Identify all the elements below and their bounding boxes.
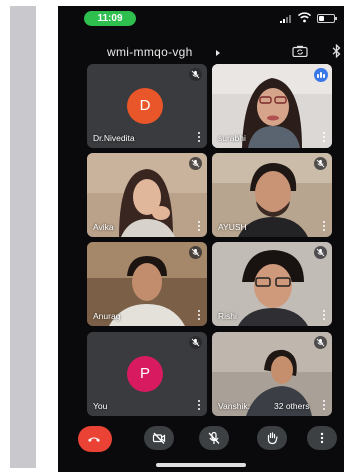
mic-off-icon [189,246,202,259]
speaking-indicator-icon [314,68,328,82]
video-off-icon [152,432,166,444]
status-time: 11:09 [84,11,136,26]
more-vertical-icon[interactable] [323,400,326,411]
signal-icon [280,15,294,23]
participant-tile[interactable]: surabhi [212,64,332,148]
home-indicator[interactable] [156,463,246,467]
mic-off-icon [189,157,202,170]
more-vertical-icon[interactable] [198,221,201,232]
phone-screen: 11:09 wmi-mmqo-vgh D Dr.Nivedita surabhi… [58,6,344,472]
meeting-header: wmi-mmqo-vgh [58,42,344,64]
participant-name: Dr.Nivedita [93,133,135,143]
more-options-button[interactable] [307,426,337,450]
end-call-button[interactable] [78,426,112,452]
more-vertical-icon[interactable] [198,310,201,321]
participant-tile[interactable]: Anurag [87,242,207,326]
participant-name: Rishi [218,311,237,321]
more-vertical-icon[interactable] [198,400,201,411]
mic-off-icon [314,157,327,170]
self-tile[interactable]: P You [87,332,207,416]
others-count[interactable]: 32 others [274,401,309,411]
bluetooth-icon[interactable] [332,44,341,58]
more-vertical-icon[interactable] [198,132,201,143]
raise-hand-icon [267,432,278,445]
mic-toggle-button[interactable] [199,426,229,450]
chevron-right-icon[interactable] [216,50,220,56]
wifi-icon [298,12,311,23]
mic-off-icon [189,336,202,349]
meeting-code[interactable]: wmi-mmqo-vgh [107,45,193,59]
mic-off-icon [314,246,327,259]
more-vertical-icon [320,432,324,444]
more-vertical-icon[interactable] [323,221,326,232]
status-bar: 11:09 [58,6,344,30]
avatar: P [127,356,163,392]
participant-tile[interactable]: Avika [87,153,207,237]
mic-off-icon [208,431,220,444]
switch-camera-icon[interactable] [292,45,308,57]
participant-tile[interactable]: D Dr.Nivedita [87,64,207,148]
participant-name: AYUSH [218,222,247,232]
side-bar [10,6,36,468]
mic-off-icon [189,68,202,81]
participant-name: You [93,401,108,411]
mic-off-icon [314,336,327,349]
battery-icon [317,14,337,23]
camera-toggle-button[interactable] [144,426,174,450]
participant-name: Anurag [93,311,121,321]
call-controls [58,426,344,456]
more-vertical-icon[interactable] [323,310,326,321]
avatar: D [127,88,163,124]
participant-tile[interactable]: Rishi [212,242,332,326]
participant-name: Vanshik: [218,401,250,411]
raise-hand-button[interactable] [257,426,287,450]
participant-name: surabhi [218,133,246,143]
participant-tile[interactable]: AYUSH [212,153,332,237]
phone-hangup-icon [88,437,100,442]
participant-name: Avika [93,222,114,232]
more-vertical-icon[interactable] [323,132,326,143]
participant-tile[interactable]: Vanshik: 32 others [212,332,332,416]
